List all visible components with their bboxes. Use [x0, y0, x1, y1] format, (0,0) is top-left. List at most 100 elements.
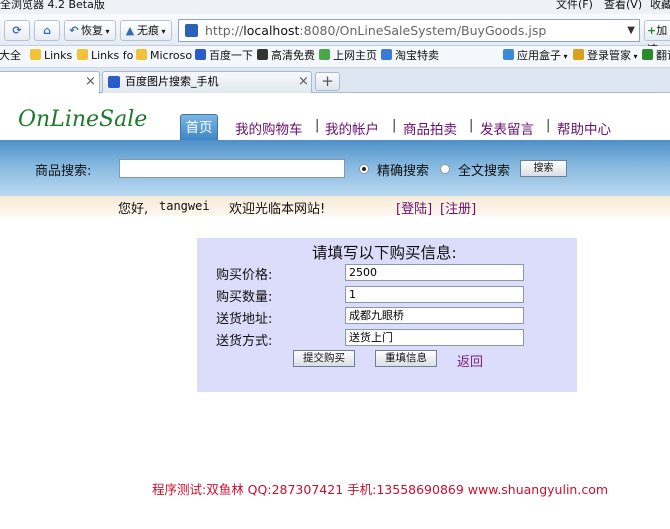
address-field[interactable]: 成都九眼桥: [345, 307, 524, 324]
baidu-icon: [195, 49, 206, 60]
address-label: 送货地址:: [216, 312, 273, 327]
nav-message[interactable]: 发表留言: [480, 118, 534, 138]
taobao-icon: [381, 49, 392, 60]
fav-label: 淘宝特卖: [395, 49, 439, 62]
nav-separator: |: [315, 118, 320, 133]
plus-icon: +: [647, 24, 657, 37]
search-label: 商品搜索:: [35, 164, 92, 179]
back-link[interactable]: 返回: [457, 351, 483, 370]
address-path: :8080/OnLineSaleSystem/BuyGoods.jsp: [299, 23, 547, 38]
add-button[interactable]: +加速: [644, 20, 670, 56]
fav-label: 翻译: [656, 49, 670, 62]
quantity-label: 购买数量:: [216, 290, 273, 305]
purchase-form: 请填写以下购买信息: 购买价格: 2500 购买数量: 1 送货地址: 成都九眼…: [197, 238, 577, 392]
quantity-field[interactable]: 1: [345, 286, 524, 303]
fav-label: Links: [44, 49, 73, 62]
video-icon: [257, 49, 268, 60]
nav-separator: |: [392, 118, 397, 133]
login-link[interactable]: [登陆]: [396, 198, 432, 217]
refresh-icon: ⟳: [12, 24, 22, 37]
fav-item[interactable]: 百度一下: [195, 46, 253, 66]
menu-file[interactable]: 文件(F): [556, 0, 593, 10]
nav-help[interactable]: 帮助中心: [557, 118, 611, 138]
fav-item[interactable]: 淘宝特卖: [381, 46, 439, 66]
fav-item[interactable]: Microso: [136, 46, 192, 66]
nav-cart[interactable]: 我的购物车: [235, 118, 303, 138]
traceless-button[interactable]: ▲ 无痕 ▾: [120, 20, 172, 41]
address-scheme: http://: [205, 23, 244, 38]
favorites-bar: 大全 Links Links fo Microso 百度一下 高清免费 上网主页…: [0, 46, 670, 68]
chevron-down-icon[interactable]: ▼: [627, 20, 635, 41]
fav-item[interactable]: 高清免费: [257, 46, 315, 66]
submit-purchase-button[interactable]: 提交购买: [293, 350, 355, 367]
close-icon[interactable]: ×: [298, 72, 309, 92]
fav-label: 百度一下: [209, 49, 253, 62]
username: tangwei: [159, 199, 210, 213]
radio-exact-label: 精确搜索: [377, 164, 430, 179]
home-icon: ⌂: [43, 24, 51, 37]
menu-favorites[interactable]: 收藏: [650, 0, 670, 10]
footer-credits: 程序测试:双鱼林 QQ:287307421 手机:13558690869 www…: [152, 482, 609, 497]
refresh-button[interactable]: ⟳: [4, 20, 30, 41]
menu-view[interactable]: 查看(V): [604, 0, 642, 10]
globe-icon: [319, 49, 330, 60]
delivery-label: 送货方式:: [216, 334, 273, 349]
register-link[interactable]: [注册]: [440, 198, 476, 217]
folder-icon: [77, 49, 88, 60]
tab-baidu[interactable]: 百度图片搜索_手机 ×: [102, 71, 312, 93]
tab-current[interactable]: ×: [0, 71, 100, 94]
nav-home[interactable]: 首页: [180, 114, 218, 140]
nav-account[interactable]: 我的帐户: [325, 118, 379, 138]
tab-label: 百度图片搜索_手机: [125, 75, 219, 88]
search-input[interactable]: [119, 159, 345, 178]
window-title: 全浏览器 4.2 Beta版: [0, 0, 105, 11]
folder-icon: [136, 49, 147, 60]
traceless-icon: ▲: [125, 24, 135, 37]
radio-exact[interactable]: [359, 164, 369, 174]
welcome-message: 欢迎光临本网站!: [229, 202, 326, 217]
fav-item[interactable]: 应用盒子 ▾: [503, 46, 568, 67]
nav-separator: |: [546, 118, 551, 133]
greeting-text: 您好,: [118, 202, 149, 217]
search-button[interactable]: 搜索: [520, 160, 567, 177]
apps-icon: [503, 49, 514, 60]
site-logo: OnLineSale: [18, 107, 148, 132]
fav-item[interactable]: Links fo: [77, 46, 133, 66]
key-icon: [573, 49, 584, 60]
fav-label: Links fo: [91, 49, 134, 62]
restore-label: 恢复: [81, 24, 103, 37]
fav-item[interactable]: Links: [30, 46, 72, 66]
fav-label: 登录管家: [587, 49, 631, 62]
restore-button[interactable]: ↶ 恢复 ▾: [64, 20, 116, 41]
welcome-bar: [0, 196, 670, 216]
delivery-field[interactable]: 送货上门: [345, 329, 524, 346]
radio-fulltext[interactable]: [440, 164, 450, 174]
fav-item[interactable]: 上网主页: [319, 46, 377, 66]
folder-icon: [30, 49, 41, 60]
fav-item[interactable]: 登录管家 ▾: [573, 46, 638, 67]
price-field[interactable]: 2500: [345, 264, 524, 281]
home-button[interactable]: ⌂: [34, 20, 60, 41]
close-icon[interactable]: ×: [85, 72, 96, 92]
traceless-label: 无痕: [137, 24, 159, 37]
window-titlebar: 全浏览器 4.2 Beta版 文件(F) 查看(V) 收藏: [0, 0, 670, 14]
fav-label: Microso: [150, 49, 193, 62]
fav-label: 高清免费: [271, 49, 315, 62]
fav-label: 上网主页: [333, 49, 377, 62]
form-title: 请填写以下购买信息:: [312, 244, 457, 262]
radio-fulltext-label: 全文搜索: [458, 164, 511, 179]
page-icon: [185, 24, 198, 37]
new-tab-button[interactable]: +: [315, 72, 340, 91]
baidu-icon: [108, 76, 120, 88]
fav-label: 应用盒子: [517, 49, 561, 62]
nav-auction[interactable]: 商品拍卖: [403, 118, 457, 138]
address-bar[interactable]: http://localhost:8080/OnLineSaleSystem/B…: [178, 19, 640, 42]
browser-toolbar: ⟳ ⌂ ↶ 恢复 ▾ ▲ 无痕 ▾ http://localhost:8080/On…: [0, 14, 670, 56]
price-label: 购买价格:: [216, 268, 273, 283]
fav-item[interactable]: 翻译: [642, 46, 670, 66]
tab-bar: × 百度图片搜索_手机 × +: [0, 68, 670, 94]
fav-item[interactable]: 大全: [0, 46, 21, 66]
address-host: localhost: [243, 23, 300, 38]
nav-separator: |: [469, 118, 474, 133]
reset-button[interactable]: 重填信息: [375, 350, 437, 367]
